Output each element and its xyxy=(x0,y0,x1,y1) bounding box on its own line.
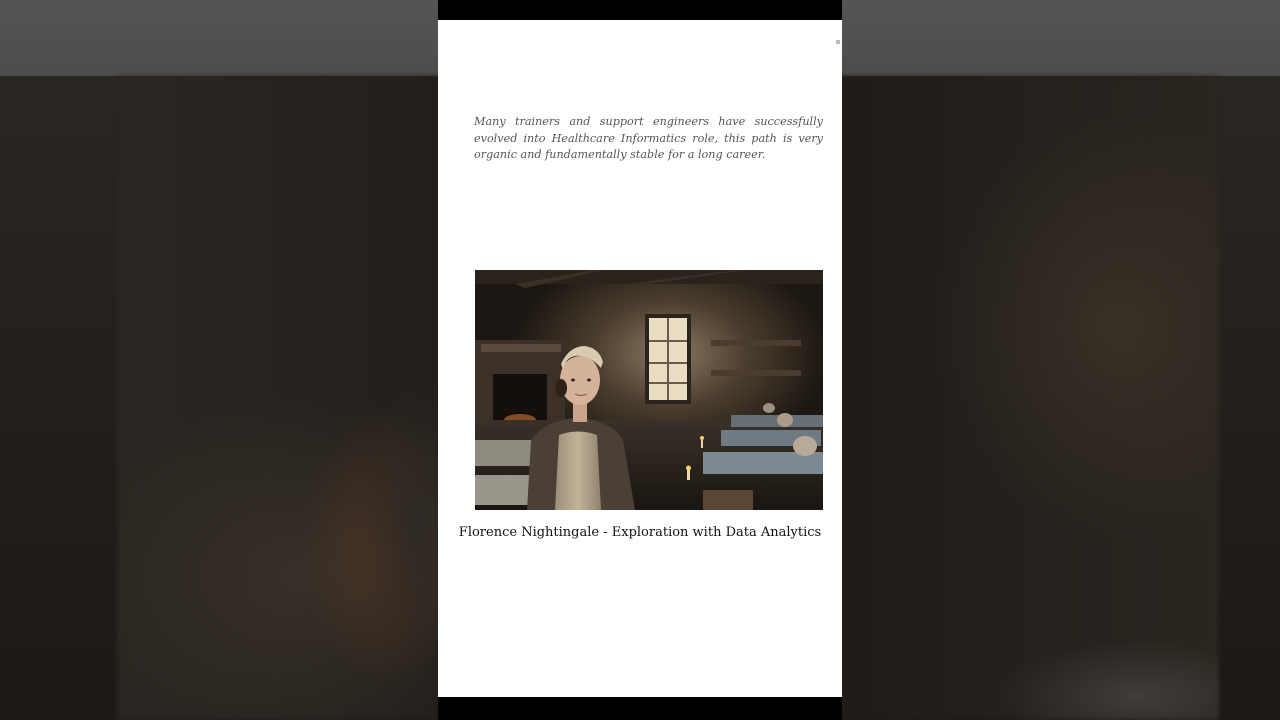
document-page: Many trainers and support engineers have… xyxy=(438,20,842,697)
video-viewport[interactable]: Many trainers and support engineers have… xyxy=(438,0,842,720)
image-caption: Florence Nightingale - Exploration with … xyxy=(458,525,822,540)
ward-scene-image xyxy=(475,270,823,510)
intro-paragraph: Many trainers and support engineers have… xyxy=(474,115,823,161)
scroll-indicator xyxy=(836,40,840,44)
nightingale-illustration xyxy=(475,270,823,510)
